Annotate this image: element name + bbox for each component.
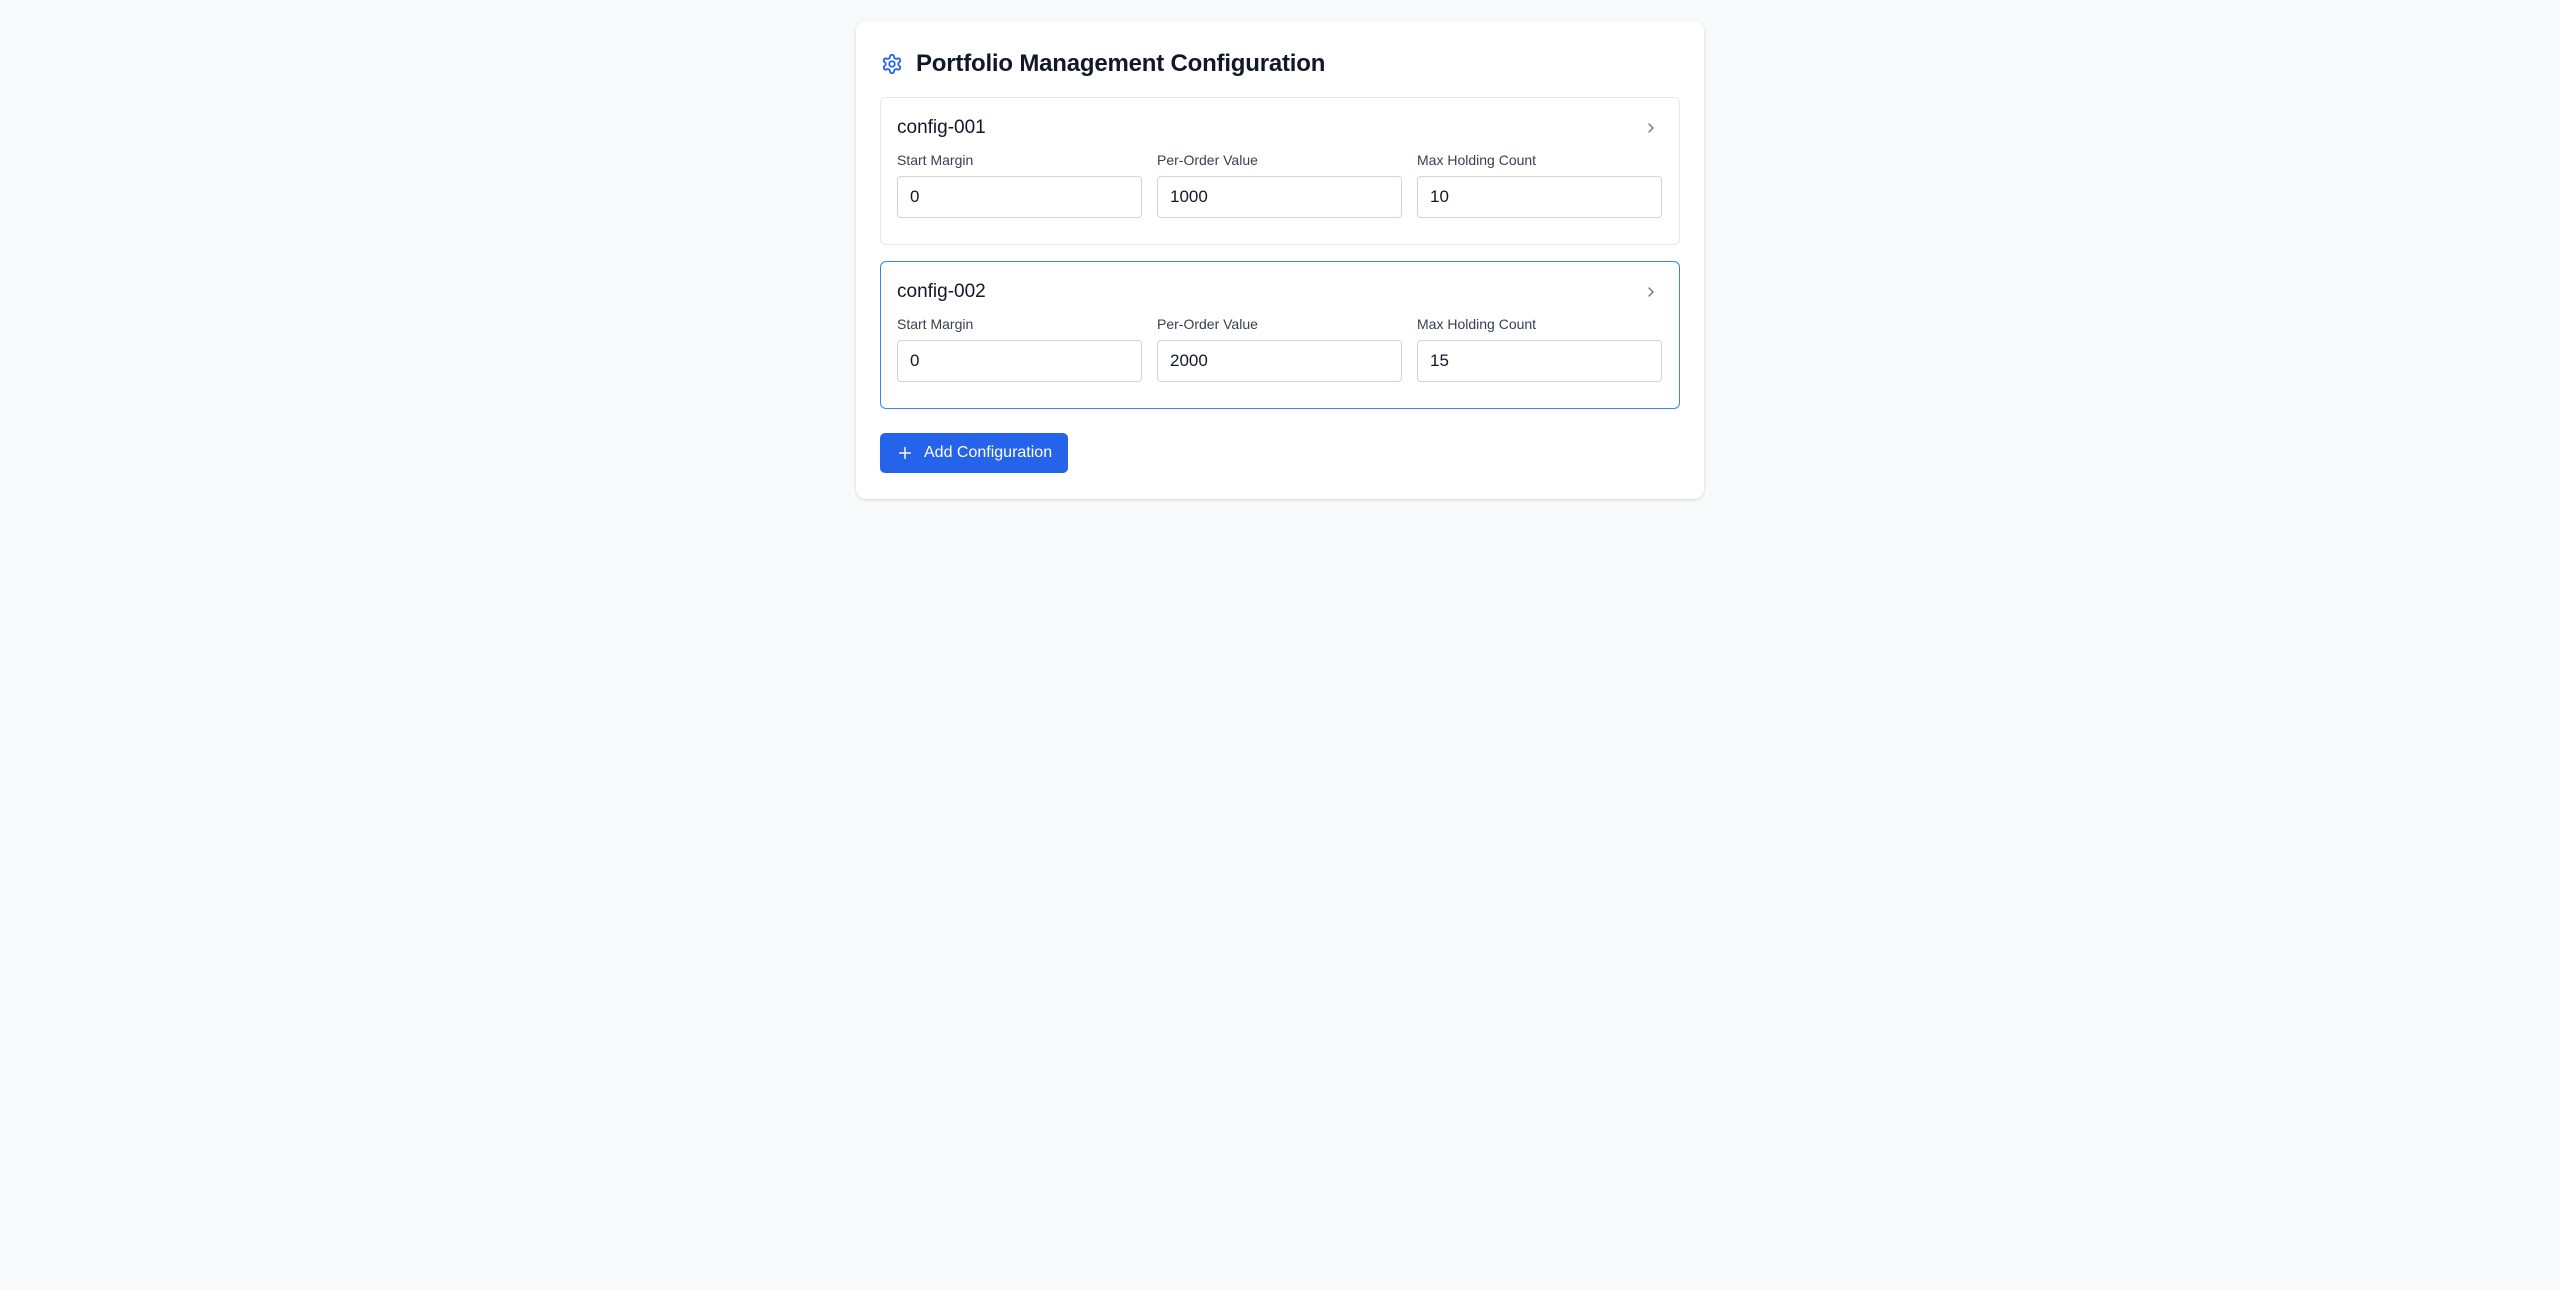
config-card-header[interactable]: config-002 (897, 278, 1663, 306)
start-margin-field: Start Margin (897, 152, 1142, 218)
max-holding-count-input[interactable] (1417, 340, 1662, 382)
chevron-right-icon[interactable] (1639, 280, 1663, 304)
config-fields: Start Margin Per-Order Value Max Holding… (897, 316, 1663, 382)
start-margin-input[interactable] (897, 176, 1142, 218)
per-order-value-input[interactable] (1157, 340, 1402, 382)
gear-icon (880, 52, 904, 76)
plus-icon (896, 444, 914, 462)
start-margin-label: Start Margin (897, 316, 974, 332)
start-margin-field: Start Margin (897, 316, 1142, 382)
config-card-selected[interactable]: config-002 Start Margin Per-Order Value … (880, 261, 1680, 409)
page-title: Portfolio Management Configuration (916, 50, 1326, 77)
config-id: config-001 (897, 117, 986, 138)
panel-header: Portfolio Management Configuration (880, 47, 1680, 81)
max-holding-count-input[interactable] (1417, 176, 1662, 218)
chevron-right-icon[interactable] (1639, 116, 1663, 140)
start-margin-input[interactable] (897, 340, 1142, 382)
config-card-header[interactable]: config-001 (897, 114, 1663, 142)
per-order-value-field: Per-Order Value (1157, 152, 1402, 218)
max-holding-count-label: Max Holding Count (1417, 316, 1537, 332)
configuration-panel: Portfolio Management Configuration confi… (856, 21, 1704, 499)
config-id: config-002 (897, 281, 986, 302)
start-margin-label: Start Margin (897, 152, 974, 168)
config-fields: Start Margin Per-Order Value Max Holding… (897, 152, 1663, 218)
per-order-value-field: Per-Order Value (1157, 316, 1402, 382)
per-order-value-label: Per-Order Value (1157, 152, 1258, 168)
per-order-value-label: Per-Order Value (1157, 316, 1258, 332)
config-card[interactable]: config-001 Start Margin Per-Order Value … (880, 97, 1680, 245)
max-holding-count-field: Max Holding Count (1417, 152, 1662, 218)
max-holding-count-field: Max Holding Count (1417, 316, 1662, 382)
add-configuration-label: Add Configuration (924, 444, 1053, 461)
per-order-value-input[interactable] (1157, 176, 1402, 218)
add-configuration-button[interactable]: Add Configuration (880, 433, 1069, 473)
max-holding-count-label: Max Holding Count (1417, 152, 1537, 168)
